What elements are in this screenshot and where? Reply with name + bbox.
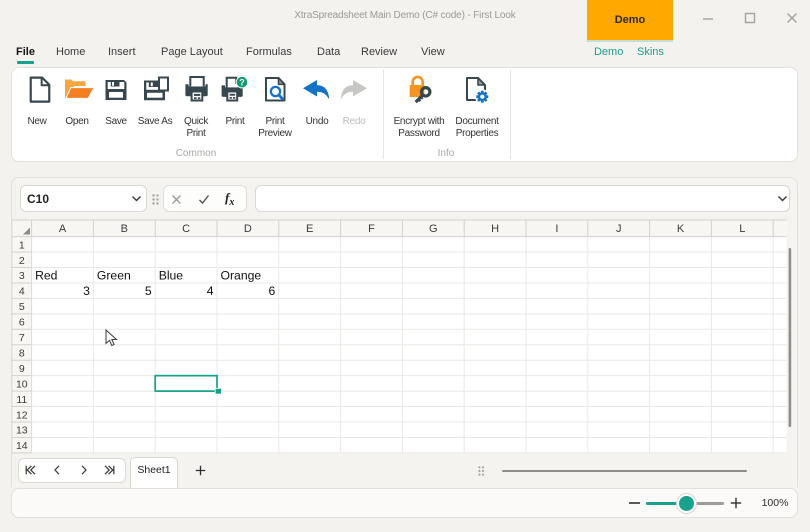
svg-text:E: E bbox=[306, 223, 313, 235]
svg-text:2: 2 bbox=[19, 255, 25, 267]
svg-text:F: F bbox=[368, 223, 375, 235]
svg-text:J: J bbox=[616, 223, 622, 235]
svg-text:7: 7 bbox=[19, 332, 25, 344]
svg-text:4: 4 bbox=[19, 286, 25, 298]
svg-text:13: 13 bbox=[16, 425, 28, 437]
svg-text:9: 9 bbox=[19, 363, 25, 375]
svg-text:Orange: Orange bbox=[221, 268, 262, 282]
svg-text:3: 3 bbox=[83, 284, 90, 298]
svg-text:H: H bbox=[491, 223, 499, 235]
svg-text:5: 5 bbox=[19, 301, 25, 313]
svg-text:D: D bbox=[244, 223, 252, 235]
svg-text:14: 14 bbox=[16, 440, 28, 452]
svg-text:11: 11 bbox=[16, 394, 27, 406]
svg-text:C: C bbox=[182, 223, 190, 235]
svg-text:6: 6 bbox=[269, 284, 276, 298]
svg-text:8: 8 bbox=[19, 347, 25, 359]
svg-text:Green: Green bbox=[97, 268, 131, 282]
svg-text:1: 1 bbox=[19, 239, 25, 251]
svg-text:L: L bbox=[739, 223, 745, 235]
svg-text:B: B bbox=[121, 223, 128, 235]
svg-text:I: I bbox=[555, 223, 558, 235]
svg-text:12: 12 bbox=[16, 409, 28, 421]
svg-text:5: 5 bbox=[145, 284, 152, 298]
svg-text:G: G bbox=[429, 223, 438, 235]
svg-text:Blue: Blue bbox=[159, 268, 184, 282]
svg-text:A: A bbox=[59, 223, 67, 235]
svg-text:4: 4 bbox=[207, 284, 214, 298]
svg-text:6: 6 bbox=[19, 317, 25, 329]
svg-text:3: 3 bbox=[19, 270, 25, 282]
svg-text:10: 10 bbox=[16, 378, 28, 390]
svg-text:K: K bbox=[677, 223, 685, 235]
svg-text:Red: Red bbox=[35, 268, 57, 282]
